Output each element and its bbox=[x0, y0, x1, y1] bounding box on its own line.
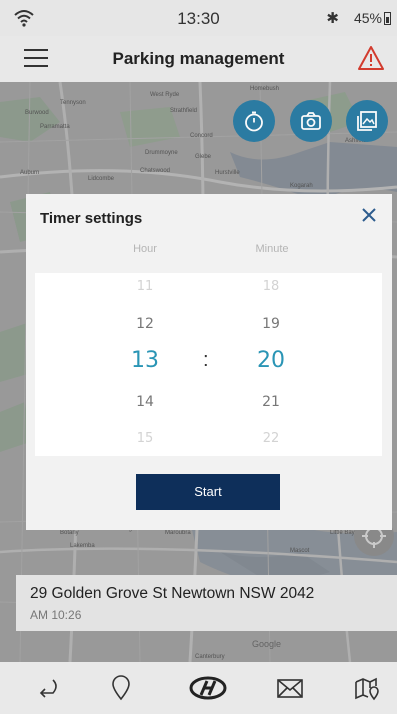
back-arrow-icon bbox=[39, 679, 57, 698]
minute-option[interactable]: 22 bbox=[241, 431, 301, 446]
minute-column-label: Minute bbox=[255, 243, 289, 255]
battery-indicator: 45% bbox=[354, 10, 391, 26]
map-pin-icon bbox=[355, 677, 379, 701]
hour-option[interactable]: 12 bbox=[115, 316, 175, 332]
start-button[interactable]: Start bbox=[136, 474, 280, 510]
envelope-icon bbox=[277, 679, 303, 698]
battery-icon bbox=[384, 11, 391, 25]
selected-hour[interactable]: 13 bbox=[115, 348, 175, 373]
close-icon[interactable] bbox=[360, 206, 378, 224]
time-separator: : bbox=[203, 349, 209, 371]
parked-location-card[interactable]: 29 Golden Grove St Newtown NSW 2042 AM 1… bbox=[16, 575, 397, 631]
bluetooth-icon: ✱ bbox=[326, 10, 339, 27]
hour-option[interactable]: 11 bbox=[115, 279, 175, 294]
hour-column-label: Hour bbox=[133, 243, 157, 255]
hour-option[interactable]: 14 bbox=[115, 394, 175, 410]
time-picker: 11 12 13 14 15 : 18 19 20 21 22 bbox=[35, 273, 382, 456]
hour-option[interactable]: 15 bbox=[115, 431, 175, 446]
dialog-title: Timer settings bbox=[40, 210, 143, 227]
selected-minute[interactable]: 20 bbox=[241, 348, 301, 373]
status-bar: 13:30 ✱ 45% bbox=[0, 0, 397, 36]
minute-option[interactable]: 19 bbox=[241, 316, 301, 332]
app-header: Parking management bbox=[0, 36, 397, 82]
warning-icon[interactable] bbox=[357, 45, 385, 71]
nav-map[interactable] bbox=[352, 674, 382, 702]
parked-address: 29 Golden Grove St Newtown NSW 2042 bbox=[30, 585, 315, 602]
nav-back[interactable] bbox=[33, 674, 63, 702]
nav-location[interactable] bbox=[106, 674, 136, 702]
timer-settings-dialog: Timer settings Hour Minute 11 12 13 14 1… bbox=[26, 194, 392, 530]
minute-option[interactable]: 18 bbox=[241, 279, 301, 294]
nav-messages[interactable] bbox=[275, 674, 305, 702]
page-title: Parking management bbox=[112, 49, 285, 68]
hyundai-logo-icon bbox=[189, 676, 227, 700]
battery-percent: 45% bbox=[353, 10, 382, 26]
location-pin-icon bbox=[112, 675, 130, 701]
nav-home[interactable] bbox=[188, 674, 228, 702]
parked-time: AM 10:26 bbox=[30, 608, 82, 622]
minute-option[interactable]: 21 bbox=[241, 394, 301, 410]
bottom-nav bbox=[0, 662, 397, 714]
